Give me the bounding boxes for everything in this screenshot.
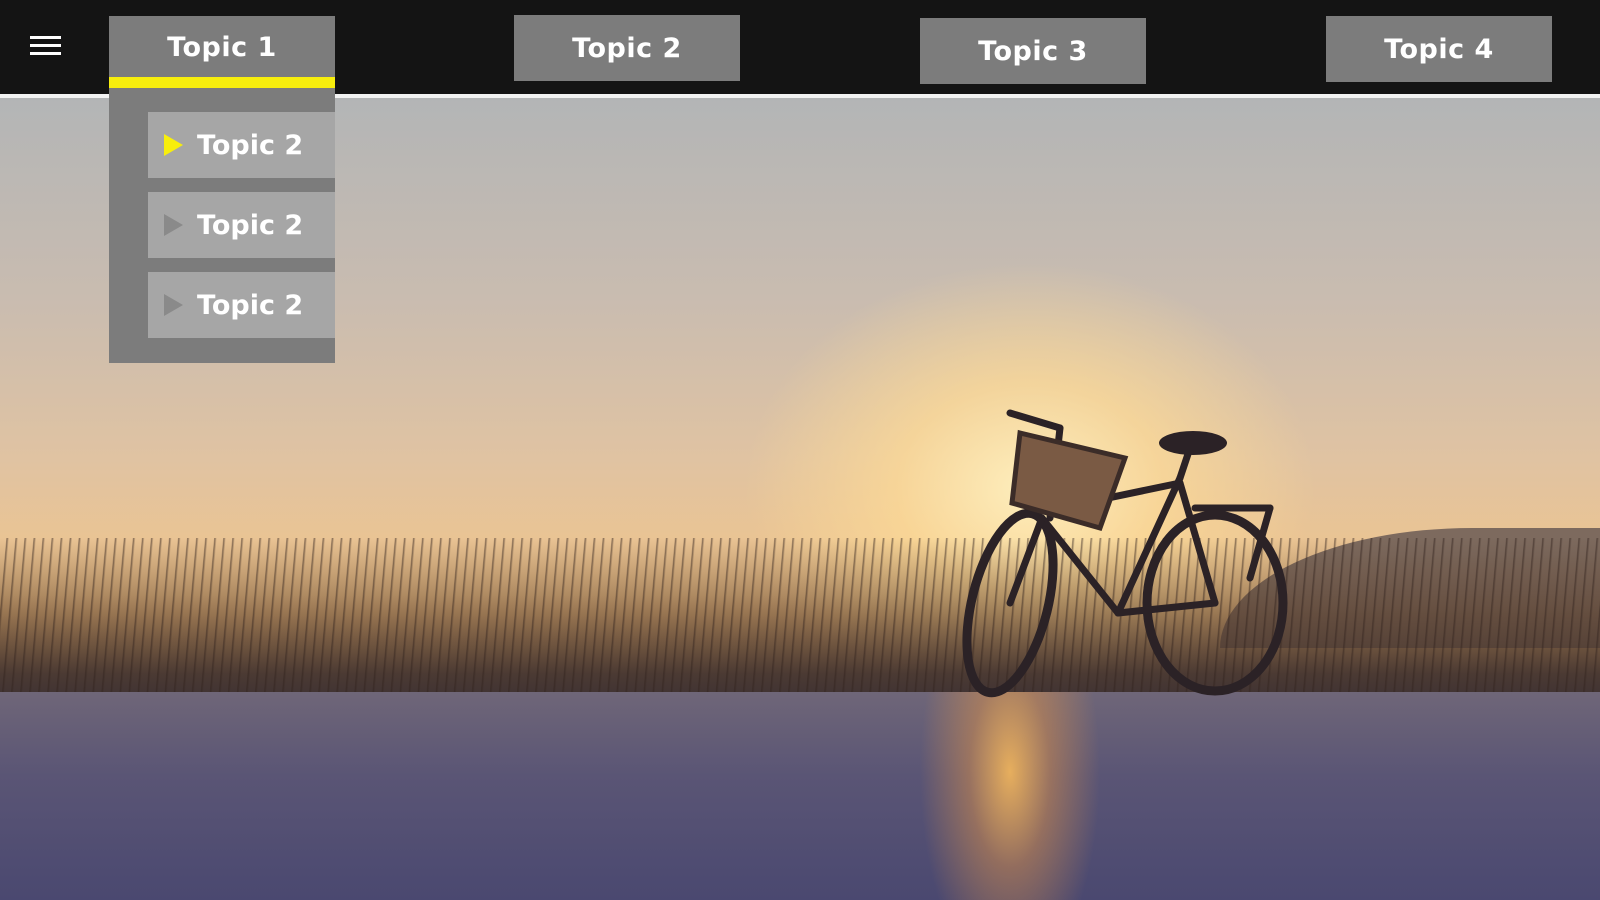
triangle-right-icon <box>164 214 183 236</box>
active-tab-indicator <box>109 77 335 88</box>
page: Topic 1 Topic 2 Topic 3 Topic 4 Topic 2 … <box>0 0 1600 900</box>
dropdown-item-label: Topic 2 <box>197 289 304 321</box>
dropdown-item[interactable]: Topic 2 <box>148 272 335 338</box>
bicycle-silhouette <box>962 409 1288 698</box>
tab-label: Topic 4 <box>1384 33 1494 65</box>
menu-line <box>30 52 61 55</box>
triangle-right-icon <box>164 134 183 156</box>
menu-line <box>30 44 61 47</box>
background-grass <box>0 538 1600 708</box>
tab-topic-2[interactable]: Topic 2 <box>514 15 740 81</box>
menu-line <box>30 36 61 39</box>
dropdown-menu: Topic 2 Topic 2 Topic 2 <box>109 88 335 363</box>
tab-topic-3[interactable]: Topic 3 <box>920 18 1146 84</box>
tab-label: Topic 3 <box>978 35 1088 67</box>
hamburger-menu-icon[interactable] <box>30 33 62 57</box>
triangle-right-icon <box>164 294 183 316</box>
tab-label: Topic 1 <box>167 31 277 63</box>
dropdown-item-label: Topic 2 <box>197 209 304 241</box>
background-road <box>0 692 1600 900</box>
dropdown-item[interactable]: Topic 2 <box>148 192 335 258</box>
dropdown-item-label: Topic 2 <box>197 129 304 161</box>
dropdown-item[interactable]: Topic 2 <box>148 112 335 178</box>
tab-topic-1[interactable]: Topic 1 <box>109 16 335 78</box>
tab-label: Topic 2 <box>572 32 682 64</box>
tab-topic-4[interactable]: Topic 4 <box>1326 16 1552 82</box>
